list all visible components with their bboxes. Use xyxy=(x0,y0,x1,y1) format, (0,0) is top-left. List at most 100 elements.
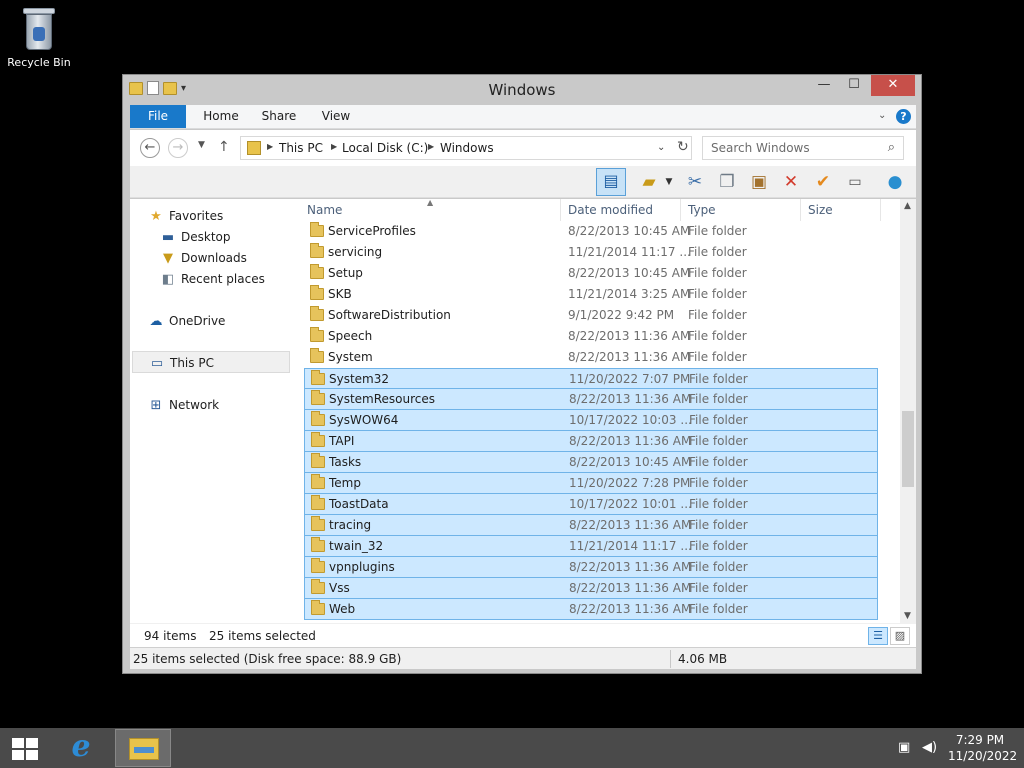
content-area: ★ Favorites ▬ Desktop ▼ Downloads ◧ Recent p… xyxy=(130,198,916,623)
vertical-scrollbar[interactable]: ▲ ▼ xyxy=(900,199,916,623)
details-view-button[interactable]: ☰ xyxy=(868,627,888,645)
column-header-name[interactable]: Name xyxy=(307,199,342,221)
folder-icon xyxy=(310,243,324,258)
sidebar-item-downloads[interactable]: ▼ Downloads xyxy=(160,247,318,269)
favorite-dropdown-icon[interactable]: ▼ xyxy=(662,170,676,194)
tab-share[interactable]: Share xyxy=(254,105,304,128)
folder-icon xyxy=(311,579,325,594)
table-row[interactable]: System32 11/20/2022 7:07 PM File folder xyxy=(304,368,878,389)
volume-icon[interactable]: ◀) xyxy=(922,740,937,755)
file-explorer-icon xyxy=(129,738,159,760)
clock[interactable]: 7:29 PM 11/20/2022 xyxy=(948,732,1017,764)
table-row[interactable]: TAPI 8/22/2013 11:36 AM File folder xyxy=(304,431,878,452)
table-row[interactable]: SystemResources 8/22/2013 11:36 AM File fo… xyxy=(304,389,878,410)
tab-file[interactable]: File xyxy=(130,105,186,128)
table-row[interactable]: SysWOW64 10/17/2022 10:03 ... File folder xyxy=(304,410,878,431)
network-tray-icon[interactable]: ▣ xyxy=(898,740,910,755)
search-input[interactable]: Search Windows ⌕ xyxy=(702,136,904,160)
breadcrumb-separator[interactable]: ▶ xyxy=(428,142,434,151)
table-row[interactable]: ToastData 10/17/2022 10:01 ... File folder xyxy=(304,494,878,515)
folder-icon xyxy=(310,306,324,321)
file-date-modified: 8/22/2013 11:36 AM xyxy=(569,581,692,595)
folder-icon xyxy=(311,495,325,510)
table-row[interactable]: vpnplugins 8/22/2013 11:36 AM File folder xyxy=(304,557,878,578)
title-bar[interactable]: ▾ Windows — ☐ ✕ xyxy=(123,75,921,105)
column-divider[interactable] xyxy=(880,199,881,221)
column-header-type[interactable]: Type xyxy=(688,199,716,221)
table-row[interactable]: Speech 8/22/2013 11:36 AM File folder xyxy=(304,326,878,347)
close-button[interactable]: ✕ xyxy=(871,75,915,96)
command-toolbar: ▤ ▰ ▼ ✂ ❐ ▣ ✕ ✔ ▭ ● xyxy=(130,166,916,198)
start-button[interactable] xyxy=(12,738,38,760)
breadcrumb-this-pc[interactable]: This PC xyxy=(279,141,323,155)
column-divider[interactable] xyxy=(680,199,681,221)
file-date-modified: 8/22/2013 10:45 AM xyxy=(568,224,691,238)
scroll-up-icon[interactable]: ▲ xyxy=(904,201,911,211)
sidebar-item-this-pc[interactable]: ▭ This PC xyxy=(132,351,290,373)
delete-icon[interactable]: ✕ xyxy=(778,170,804,194)
favorite-folder-icon[interactable]: ▰ xyxy=(636,170,662,194)
large-icons-view-button[interactable]: ▨ xyxy=(890,627,910,645)
file-date-modified: 11/21/2014 11:17 ... xyxy=(569,539,692,553)
sidebar-item-onedrive[interactable]: ☁ OneDrive xyxy=(148,310,306,332)
file-date-modified: 8/22/2013 11:36 AM xyxy=(568,329,691,343)
breadcrumb-windows[interactable]: Windows xyxy=(440,141,494,155)
column-header-size[interactable]: Size xyxy=(808,199,833,221)
cut-icon[interactable]: ✂ xyxy=(682,170,708,194)
copy-icon[interactable]: ❐ xyxy=(714,170,740,194)
recent-locations-dropdown[interactable]: ▼ xyxy=(198,140,205,150)
search-icon[interactable]: ⌕ xyxy=(888,140,895,155)
sidebar-item-network[interactable]: ⊞ Network xyxy=(148,394,306,416)
table-row[interactable]: Temp 11/20/2022 7:28 PM File folder xyxy=(304,473,878,494)
column-divider[interactable] xyxy=(560,199,561,221)
table-row[interactable]: Web 8/22/2013 11:36 AM File folder xyxy=(304,599,878,620)
table-row[interactable]: servicing 11/21/2014 11:17 ... File folder xyxy=(304,242,878,263)
internet-explorer-button[interactable]: e xyxy=(53,729,109,767)
globe-icon[interactable]: ● xyxy=(882,170,908,194)
maximize-button[interactable]: ☐ xyxy=(841,75,867,96)
expand-ribbon-icon[interactable]: ⌄ xyxy=(878,110,886,121)
refresh-icon[interactable]: ↻ xyxy=(677,139,689,155)
column-header-date-modified[interactable]: Date modified xyxy=(568,199,653,221)
table-row[interactable]: Setup 8/22/2013 10:45 AM File folder xyxy=(304,263,878,284)
paste-icon[interactable]: ▣ xyxy=(746,170,772,194)
address-dropdown[interactable]: ⌄ xyxy=(657,142,665,153)
scroll-thumb[interactable] xyxy=(902,411,914,487)
breadcrumb-local-disk[interactable]: Local Disk (C:) xyxy=(342,141,428,155)
back-button[interactable]: ← xyxy=(140,138,160,158)
table-row[interactable]: twain_32 11/21/2014 11:17 ... File folder xyxy=(304,536,878,557)
sidebar-item-favorites[interactable]: ★ Favorites xyxy=(148,205,306,227)
windows-logo-icon xyxy=(26,750,38,760)
minimize-button[interactable]: — xyxy=(811,75,837,96)
breadcrumb-separator[interactable]: ▶ xyxy=(331,142,337,151)
recent-places-icon: ◧ xyxy=(161,272,175,287)
address-bar[interactable]: ▶ This PC ▶ Local Disk (C:) ▶ Windows ⌄ … xyxy=(240,136,692,160)
table-row[interactable]: SoftwareDistribution 9/1/2022 9:42 PM File… xyxy=(304,305,878,326)
table-row[interactable]: tracing 8/22/2013 11:36 AM File folder xyxy=(304,515,878,536)
folder-icon xyxy=(311,411,325,426)
sidebar-item-recent-places[interactable]: ◧ Recent places xyxy=(160,268,318,290)
breadcrumb-separator[interactable]: ▶ xyxy=(267,142,273,151)
table-row[interactable]: SKB 11/21/2014 3:25 AM File folder xyxy=(304,284,878,305)
scroll-down-icon[interactable]: ▼ xyxy=(904,611,911,621)
tab-home[interactable]: Home xyxy=(196,105,246,128)
preview-pane-icon[interactable]: ▤ xyxy=(596,168,626,196)
file-name: SysWOW64 xyxy=(329,413,399,427)
help-icon[interactable]: ? xyxy=(896,109,911,124)
recycle-bin-shortcut[interactable]: Recycle Bin xyxy=(6,6,72,69)
table-row[interactable]: Tasks 8/22/2013 10:45 AM File folder xyxy=(304,452,878,473)
table-row[interactable]: Vss 8/22/2013 11:36 AM File folder xyxy=(304,578,878,599)
rename-icon[interactable]: ▭ xyxy=(842,170,868,194)
table-row[interactable]: System 8/22/2013 11:36 AM File folder xyxy=(304,347,878,368)
table-row[interactable]: ServiceProfiles 8/22/2013 10:45 AM File fo… xyxy=(304,221,878,242)
file-name: SKB xyxy=(328,287,352,301)
file-explorer-button[interactable] xyxy=(115,729,171,767)
properties-icon[interactable]: ✔ xyxy=(810,170,836,194)
file-name: Web xyxy=(329,602,356,616)
file-type: File folder xyxy=(689,476,748,490)
up-button[interactable]: ↑ xyxy=(218,139,230,155)
column-divider[interactable] xyxy=(800,199,801,221)
tab-view[interactable]: View xyxy=(312,105,360,128)
sidebar-item-desktop[interactable]: ▬ Desktop xyxy=(160,226,318,248)
forward-button[interactable]: → xyxy=(168,138,188,158)
